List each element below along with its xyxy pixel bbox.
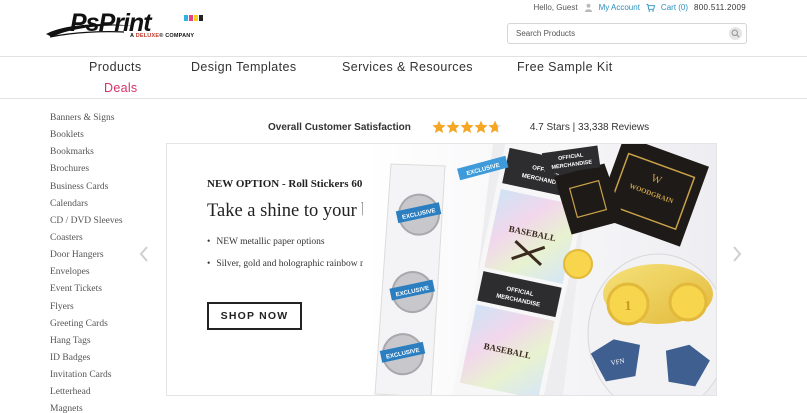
top-links: Hello, Guest My Account Cart (0) 800.511… [534,3,746,12]
sidebar-item-banners-signs[interactable]: Banners & Signs [50,112,160,129]
phone-number: 800.511.2009 [694,3,746,12]
greeting-text: Hello, Guest [533,3,578,12]
sidebar-item-bookmarks[interactable]: Bookmarks [50,146,160,163]
logo-tagline: A DELUXE® COMPANY [130,33,194,39]
search-button[interactable] [729,27,742,40]
roll-stickers-image: EXCLUSIVE EXCLUSIVE EXCLUSIVE OFFICIAL M… [363,144,716,395]
nav-deals[interactable]: Deals [104,81,137,95]
nav-services-resources[interactable]: Services & Resources [342,60,473,74]
sidebar-item-brochures[interactable]: Brochures [50,163,160,180]
sidebar-item-envelopes[interactable]: Envelopes [50,266,160,283]
star-full-icon [432,120,446,133]
carousel-next-icon[interactable] [731,245,743,263]
sidebar-item-cd-dvd-sleeves[interactable]: CD / DVD Sleeves [50,215,160,232]
sidebar-item-invitation-cards[interactable]: Invitation Cards [50,369,160,386]
shop-now-button[interactable]: SHOP NOW [207,302,302,330]
search-input[interactable] [508,24,718,43]
sidebar-item-magnets[interactable]: Magnets [50,403,160,413]
rating-label: Overall Customer Satisfaction [268,121,411,133]
cart-link[interactable]: Cart (0) [661,3,688,12]
logo-tagline-brand: DELUXE [135,33,160,39]
star-full-icon [446,120,460,133]
sidebar-item-hang-tags[interactable]: Hang Tags [50,335,160,352]
sidebar-item-business-cards[interactable]: Business Cards [50,181,160,198]
search-box [507,23,747,44]
customer-satisfaction: Overall Customer Satisfaction 4.7 Stars … [268,119,649,135]
star-partial-icon [488,120,502,133]
rating-summary[interactable]: 4.7 Stars | 33,338 Reviews [530,122,649,133]
main-nav: Products Design Templates Services & Res… [0,57,807,99]
site-header: PsPrint A DELUXE® COMPANY Hello, Guest M… [0,0,807,57]
my-account-link[interactable]: My Account [599,3,640,12]
sidebar-item-flyers[interactable]: Flyers [50,301,160,318]
star-rating[interactable] [432,120,502,134]
star-full-icon [460,120,474,133]
carousel-prev-icon[interactable] [138,245,150,263]
nav-free-sample-kit[interactable]: Free Sample Kit [517,60,613,74]
sidebar-item-letterhead[interactable]: Letterhead [50,386,160,403]
logo-tagline-suffix: ® COMPANY [159,33,195,39]
cart-icon[interactable] [646,3,655,12]
sidebar-item-event-tickets[interactable]: Event Tickets [50,283,160,300]
psprint-logo[interactable]: PsPrint A DELUXE® COMPANY [44,9,206,42]
nav-design-templates[interactable]: Design Templates [191,60,297,74]
sidebar-item-booklets[interactable]: Booklets [50,129,160,146]
user-icon [584,3,592,12]
star-full-icon [474,120,488,133]
nav-products[interactable]: Products [89,60,142,74]
sidebar-item-id-badges[interactable]: ID Badges [50,352,160,369]
svg-text:1: 1 [625,299,632,314]
hero-banner[interactable]: NEW OPTION - Roll Stickers 60% Off Take … [166,143,717,396]
search-icon [731,29,740,38]
sidebar-item-greeting-cards[interactable]: Greeting Cards [50,318,160,335]
sidebar-item-calendars[interactable]: Calendars [50,198,160,215]
